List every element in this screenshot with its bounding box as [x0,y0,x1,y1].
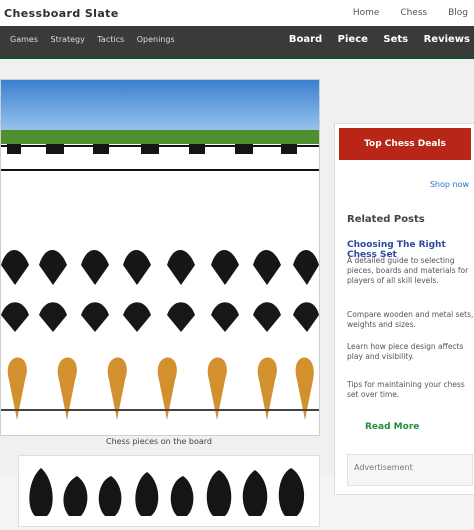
navbar-right: Board Piece Sets Reviews [277,34,470,45]
sidebar-text-2: Compare wooden and metal sets, weights a… [347,310,474,329]
navbar-item-games[interactable]: Games [10,35,38,44]
site-logo[interactable]: Chessboard Slate [4,7,119,20]
black-pieces-row-3 [1,302,319,332]
promo-banner[interactable]: Top Chess Deals [339,128,471,160]
sidebar-title: Related Posts [347,214,425,225]
sidebar-footer-box: Advertisement [347,454,473,486]
top-bar: Chessboard Slate Home Chess Blog [0,0,474,27]
chessboard-image [0,79,320,436]
grass-background [1,130,319,144]
navbar-item-reviews[interactable]: Reviews [424,34,470,45]
black-chess-piece-icon [29,468,305,516]
main-navbar: Games Strategy Tactics Openings Board Pi… [0,26,474,59]
navbar-item-openings[interactable]: Openings [137,35,175,44]
piece-thumbnail-strip [18,455,320,527]
top-nav-item-chess[interactable]: Chess [400,8,427,18]
navbar-item-sets[interactable]: Sets [383,34,408,45]
top-nav-item-blog[interactable]: Blog [448,8,468,18]
image-caption: Chess pieces on the board [106,437,212,446]
main-area: Chess pieces on the board Top Chess Deal… [0,59,474,527]
promo-link[interactable]: Shop now [430,180,469,189]
sidebar-read-more-link[interactable]: Read More [365,422,419,432]
sidebar: Top Chess Deals Shop now Related Posts C… [334,123,474,495]
thumbnail-icons-svg [29,468,305,516]
advertisement-label: Advertisement [354,463,413,472]
black-pieces-row-2 [1,250,319,285]
navbar-item-board[interactable]: Board [289,34,322,45]
navbar-item-tactics[interactable]: Tactics [97,35,124,44]
top-nav-item-home[interactable]: Home [353,8,380,18]
sidebar-text-3: Learn how piece design affects play and … [347,342,464,361]
navbar-left: Games Strategy Tactics Openings [0,35,175,44]
sidebar-text-1: A detailed guide to selecting pieces, bo… [347,256,469,285]
navbar-item-piece[interactable]: Piece [338,34,368,45]
navbar-item-strategy[interactable]: Strategy [51,35,85,44]
top-nav: Home Chess Blog [335,8,468,18]
sidebar-text-4: Tips for maintaining your chess set over… [347,380,465,399]
